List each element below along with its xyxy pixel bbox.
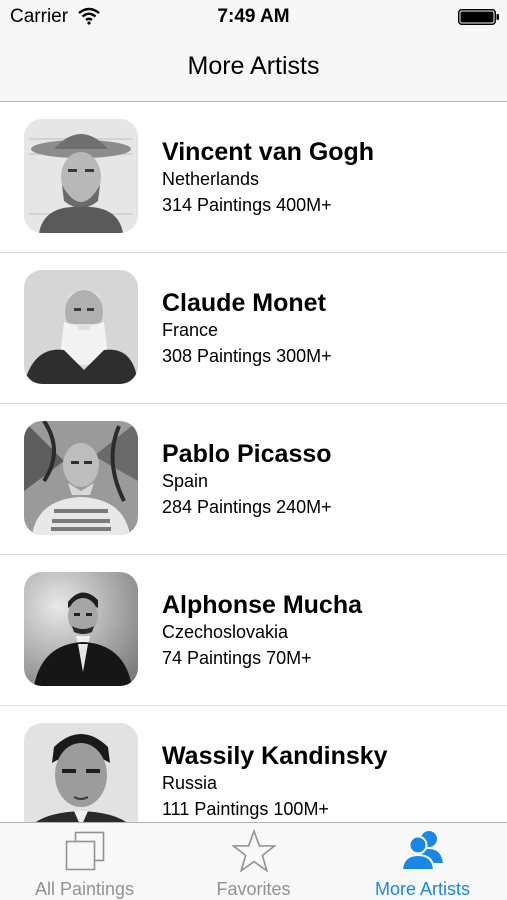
artist-stats: 314 Paintings 400M+ xyxy=(162,195,332,215)
status-bar: Carrier 7:49 AM xyxy=(0,0,507,34)
artist-portrait xyxy=(24,723,138,822)
artist-name: Vincent van Gogh xyxy=(162,138,375,166)
artist-portrait xyxy=(24,572,138,686)
artist-name: Claude Monet xyxy=(162,289,326,317)
artist-row[interactable]: Pablo Picasso Spain 284 Paintings 240M+ xyxy=(0,404,507,555)
artist-name: Alphonse Mucha xyxy=(162,591,363,619)
tab-bar: All Paintings Favorites More Artists xyxy=(0,822,507,900)
artist-row[interactable]: Wassily Kandinsky Russia 111 Paintings 1… xyxy=(0,706,507,822)
artist-country: Spain xyxy=(162,471,209,491)
tab-label: All Paintings xyxy=(34,879,135,899)
artist-stats: 308 Paintings 300M+ xyxy=(162,346,332,366)
artist-row[interactable]: Alphonse Mucha Czechoslovakia 74 Paintin… xyxy=(0,555,507,706)
artist-country: France xyxy=(162,320,219,340)
navigation-bar: More Artists xyxy=(0,34,507,102)
artist-name: Pablo Picasso xyxy=(162,440,332,468)
tab-label: More Artists xyxy=(374,879,471,899)
artist-portrait xyxy=(24,119,138,233)
artist-country: Russia xyxy=(162,773,218,793)
page-title: More Artists xyxy=(187,52,320,80)
stacked-squares-icon xyxy=(65,831,105,871)
status-time: 7:49 AM xyxy=(217,6,290,27)
battery-icon xyxy=(458,9,499,25)
tab-label: Favorites xyxy=(216,879,291,899)
artist-stats: 284 Paintings 240M+ xyxy=(162,497,332,517)
tab-more-artists[interactable]: More Artists xyxy=(338,823,507,900)
artist-stats: 111 Paintings 100M+ xyxy=(162,799,329,819)
star-icon xyxy=(231,829,277,873)
artist-country: Czechoslovakia xyxy=(162,622,289,642)
artist-stats: 74 Paintings 70M+ xyxy=(162,648,312,668)
people-icon xyxy=(400,831,443,871)
artist-list[interactable]: Vincent van Gogh Netherlands 314 Paintin… xyxy=(0,102,507,822)
artist-portrait xyxy=(24,270,138,384)
artist-country: Netherlands xyxy=(162,169,260,189)
tab-all-paintings[interactable]: All Paintings xyxy=(0,823,169,900)
artist-row[interactable]: Vincent van Gogh Netherlands 314 Paintin… xyxy=(0,102,507,253)
artist-name: Wassily Kandinsky xyxy=(162,742,388,770)
artist-row[interactable]: Claude Monet France 308 Paintings 300M+ xyxy=(0,253,507,404)
app-screen: Carrier 7:49 AM More Artists Vincent van… xyxy=(0,0,507,900)
artist-portrait xyxy=(24,421,138,535)
tab-favorites[interactable]: Favorites xyxy=(169,823,338,900)
